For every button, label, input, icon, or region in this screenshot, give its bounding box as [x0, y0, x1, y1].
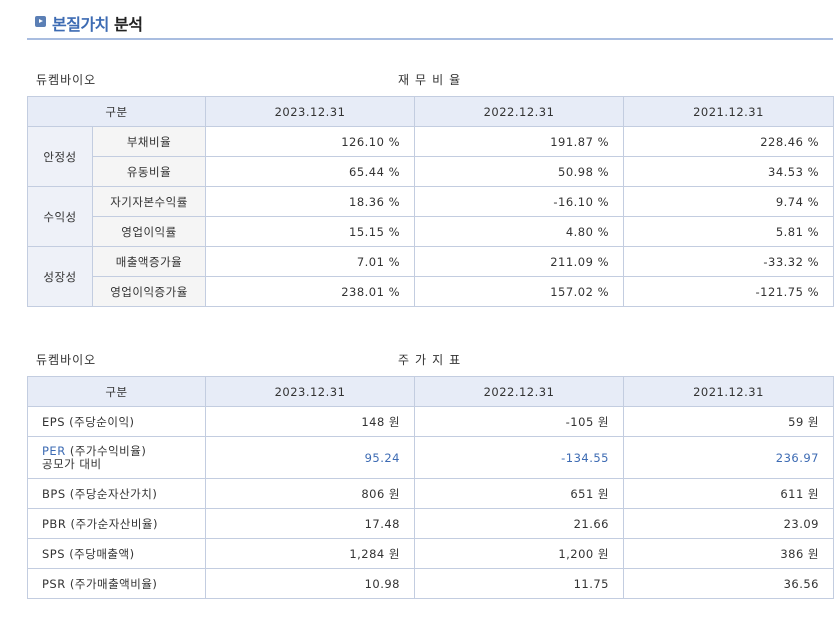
category-profitability: 수익성: [27, 186, 93, 247]
value-cell: 651 원: [414, 478, 624, 509]
value-cell: -121.75 %: [623, 276, 835, 307]
value-cell: 236.97: [623, 436, 834, 479]
row-label: 영업이익률: [91, 216, 207, 247]
value-cell: 806 원: [205, 478, 415, 509]
header-cell-2022: 2022.12.31: [414, 96, 625, 127]
value-cell: 386 원: [623, 538, 834, 569]
value-cell: 18.36 %: [205, 186, 416, 217]
table-row: EPS (주당순이익) 148 원 -105 원 59 원: [27, 406, 834, 437]
value-cell: -105 원: [414, 406, 624, 437]
value-cell: -134.55: [414, 436, 624, 479]
value-cell: 611 원: [623, 478, 834, 509]
value-cell: 21.66: [414, 508, 624, 539]
title-highlight: 본질가치: [52, 15, 109, 34]
header-cell-2023: 2023.12.31: [205, 376, 415, 407]
stock-company-name: 듀켐바이오: [36, 353, 97, 367]
table-row: 안정성 부채비율 126.10 % 191.87 % 228.46 %: [27, 126, 835, 187]
table-row: PSR (주가매출액비율) 10.98 11.75 36.56: [27, 568, 834, 599]
per-sub-label: 공모가 대비: [42, 456, 102, 471]
per-label-line: PER (주가수익비율): [42, 443, 205, 458]
header-cell-2021: 2021.12.31: [623, 96, 835, 127]
stock-indicator-table: 구분 2023.12.31 2022.12.31 2021.12.31 EPS …: [27, 376, 834, 599]
value-cell: 50.98 %: [414, 156, 625, 187]
value-cell: 228.46 %: [623, 126, 835, 157]
value-cell: -33.32 %: [623, 246, 835, 277]
header-cell-2023: 2023.12.31: [205, 96, 416, 127]
value-cell: 126.10 %: [205, 126, 416, 157]
table-row: 영업이익증가율 238.01 % 157.02 % -121.75 %: [28, 276, 835, 307]
table-row: 유동비율 65.44 % 50.98 % 34.53 %: [28, 156, 835, 187]
value-cell: 157.02 %: [414, 276, 625, 307]
row-label-pbr: PBR (주가순자산비율): [27, 508, 206, 539]
row-label: 매출액증가율: [91, 246, 207, 277]
table-row: PBR (주가순자산비율) 17.48 21.66 23.09: [27, 508, 834, 539]
value-cell: 65.44 %: [205, 156, 416, 187]
row-label: 유동비율: [91, 156, 207, 187]
per-link[interactable]: PER: [42, 444, 66, 458]
value-cell: 15.15 %: [205, 216, 416, 247]
value-cell: 59 원: [623, 406, 834, 437]
stock-table-title: 주가지표: [398, 353, 467, 367]
page-title: 본질가치 분석: [52, 11, 143, 35]
value-cell: 211.09 %: [414, 246, 625, 277]
row-label: 부채비율: [91, 126, 207, 157]
table-row: 영업이익률 15.15 % 4.80 % 5.81 %: [28, 216, 835, 247]
value-cell: 7.01 %: [205, 246, 416, 277]
table-row: SPS (주당매출액) 1,284 원 1,200 원 386 원: [27, 538, 834, 569]
row-label: 자기자본수익률: [91, 186, 207, 217]
value-cell: 1,284 원: [205, 538, 415, 569]
table-header-row: 구분 2023.12.31 2022.12.31 2021.12.31: [26, 96, 835, 127]
row-label-eps: EPS (주당순이익): [27, 406, 206, 437]
row-label-bps: BPS (주당순자산가치): [27, 478, 206, 509]
category-growth: 성장성: [27, 246, 93, 307]
title-rest: 분석: [113, 15, 143, 34]
header-cell-2022: 2022.12.31: [414, 376, 624, 407]
row-label-per: PER (주가수익비율) 공모가 대비: [27, 436, 206, 479]
value-cell: -16.10 %: [414, 186, 625, 217]
value-cell: 17.48: [205, 508, 415, 539]
value-cell: 11.75: [414, 568, 624, 599]
section-header: 본질가치 분석: [27, 8, 833, 40]
financial-ratio-table: 구분 2023.12.31 2022.12.31 2021.12.31 안정성 …: [26, 96, 835, 307]
per-label-paren: (주가수익비율): [65, 443, 147, 458]
category-stability: 안정성: [27, 126, 93, 187]
value-cell: 36.56: [623, 568, 834, 599]
header-cell-2021: 2021.12.31: [623, 376, 834, 407]
row-label: 영업이익증가율: [91, 276, 207, 307]
value-cell: 1,200 원: [414, 538, 624, 569]
value-cell: 191.87 %: [414, 126, 625, 157]
value-cell: 9.74 %: [623, 186, 835, 217]
value-cell: 10.98: [205, 568, 415, 599]
header-cell-category: 구분: [26, 96, 207, 127]
row-label-psr: PSR (주가매출액비율): [27, 568, 206, 599]
value-cell: 148 원: [205, 406, 415, 437]
financial-company-name: 듀켐바이오: [36, 73, 97, 87]
value-cell: 238.01 %: [205, 276, 416, 307]
table-row: BPS (주당순자산가치) 806 원 651 원 611 원: [27, 478, 834, 509]
value-cell: 34.53 %: [623, 156, 835, 187]
header-cell-category: 구분: [27, 376, 206, 407]
value-cell: 95.24: [205, 436, 415, 479]
value-cell: 4.80 %: [414, 216, 625, 247]
row-label-sps: SPS (주당매출액): [27, 538, 206, 569]
value-cell: 5.81 %: [623, 216, 835, 247]
table-row: PER (주가수익비율) 공모가 대비 95.24 -134.55 236.97: [27, 436, 834, 479]
value-cell: 23.09: [623, 508, 834, 539]
table-row: 성장성 매출액증가율 7.01 % 211.09 % -33.32 %: [27, 246, 835, 307]
financial-table-title: 재무비율: [398, 73, 467, 87]
table-header-row: 구분 2023.12.31 2022.12.31 2021.12.31: [27, 376, 834, 407]
table-row: 수익성 자기자본수익률 18.36 % -16.10 % 9.74 %: [27, 186, 835, 247]
bullet-icon: [35, 16, 46, 27]
